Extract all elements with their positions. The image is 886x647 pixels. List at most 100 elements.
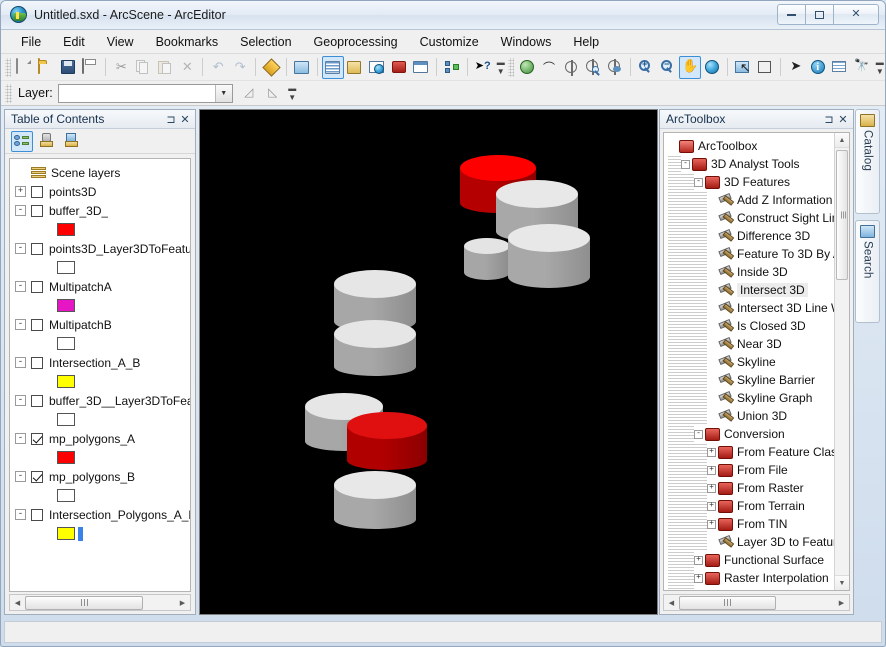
toc-layer-row[interactable]: - buffer_3D__Layer3DToFeat [15, 391, 190, 410]
layerbar-grip[interactable] [5, 83, 12, 103]
arctoolbox-vscroll-thumb[interactable] [836, 150, 848, 280]
gray-cylinder-small-left[interactable] [464, 238, 510, 280]
gray-cylinder-mid-lower[interactable] [334, 320, 416, 376]
arctoolbox-tree-body[interactable]: ArcToolbox -3D Analyst Tools -3D Features A… [663, 132, 850, 591]
html-popup-button[interactable] [829, 56, 851, 79]
zoom-out-button[interactable]: − [657, 56, 679, 79]
menu-edit[interactable]: Edit [53, 32, 95, 52]
arctoolbox-tree-row[interactable]: + From Feature Class [668, 443, 849, 461]
python-window-button[interactable] [410, 56, 432, 79]
arctoolbox-vertical-scrollbar[interactable]: ▲ ▼ [834, 133, 849, 590]
layerbar-overflow-button[interactable]: ▬ ▼ [287, 82, 298, 104]
arctoolbox-button[interactable] [388, 56, 410, 79]
menu-help[interactable]: Help [563, 32, 609, 52]
menu-selection[interactable]: Selection [230, 32, 301, 52]
select-features-button[interactable]: ➤ [785, 56, 807, 79]
red-cylinder-intersect-right[interactable] [347, 412, 427, 470]
layer-color-swatch[interactable] [57, 337, 75, 350]
arctoolbox-tree-row[interactable]: Intersect 3D [668, 281, 849, 299]
layer-symbol-row[interactable] [15, 372, 190, 391]
layer-line-swatch[interactable] [78, 526, 83, 541]
arctoolbox-tree-row[interactable]: + Raster Interpolation [668, 569, 849, 587]
arctoolbox-tree-row[interactable]: Construct Sight Lines [668, 209, 849, 227]
search-tab[interactable]: Search [855, 220, 880, 323]
paste-button[interactable] [154, 56, 176, 79]
expander-icon[interactable]: + [707, 447, 716, 457]
arctoolbox-tree-row[interactable]: + From Raster [668, 479, 849, 497]
layer-visibility-checkbox[interactable] [31, 318, 43, 331]
arctoolbox-tree-row[interactable]: Union 3D [668, 407, 849, 425]
layer-color-swatch[interactable] [57, 413, 75, 426]
catalog-window-button[interactable] [344, 56, 366, 79]
zoom-to-selected-button[interactable]: ↖ [732, 56, 754, 79]
expander-icon[interactable]: - [15, 319, 26, 330]
arctoolbox-tree-row[interactable]: Near 3D [668, 335, 849, 353]
arctoolbox-tree-row[interactable]: Is Closed 3D [668, 317, 849, 335]
expander-icon[interactable]: - [15, 281, 26, 292]
layer-visibility-checkbox[interactable] [31, 432, 43, 445]
arctoolbox-tree-row[interactable]: Intersect 3D Line With ... [668, 299, 849, 317]
list-by-visibility-button[interactable] [61, 131, 83, 152]
arctoolbox-tree-row[interactable]: Skyline [668, 353, 849, 371]
layer-color-swatch[interactable] [57, 451, 75, 464]
table-of-contents-button[interactable] [321, 55, 344, 79]
expander-icon[interactable]: - [15, 205, 26, 216]
scroll-up-icon[interactable]: ▲ [835, 133, 849, 148]
undo-button[interactable]: ↶ [207, 56, 229, 79]
toc-layer-row[interactable]: - Intersection_Polygons_A_B [15, 505, 190, 524]
toc-layer-row[interactable]: - mp_polygons_A [15, 429, 190, 448]
set-observer-button[interactable] [604, 56, 626, 79]
menu-file[interactable]: File [11, 32, 51, 52]
copy-button[interactable] [132, 56, 154, 79]
arctoolbox-tree-row[interactable]: - 3D Analyst Tools [668, 155, 849, 173]
zoom-to-previous-button[interactable] [754, 56, 776, 79]
scene-viewport[interactable] [199, 109, 658, 615]
toc-layer-row[interactable]: - buffer_3D_ [15, 201, 190, 220]
expander-icon[interactable]: - [15, 243, 26, 254]
open-button[interactable] [35, 56, 57, 79]
save-button[interactable] [57, 56, 79, 79]
menu-bookmarks[interactable]: Bookmarks [146, 32, 229, 52]
expander-icon[interactable]: + [707, 465, 716, 475]
toc-root-row[interactable]: Scene layers [15, 163, 190, 182]
expander-icon[interactable]: - [15, 509, 26, 520]
center-on-target-button[interactable] [560, 56, 582, 79]
expander-icon[interactable]: - [15, 357, 26, 368]
layer-combo[interactable]: ▼ [57, 83, 233, 103]
zoom-in-button[interactable]: + [635, 56, 657, 79]
delete-button[interactable]: ✕ [176, 56, 198, 79]
scroll-left-icon[interactable]: ◀ [10, 595, 25, 610]
redo-button[interactable]: ↷ [229, 56, 251, 79]
layer-symbol-row[interactable] [15, 448, 190, 467]
expander-icon[interactable]: - [15, 471, 26, 482]
layer-symbol-row[interactable] [15, 220, 190, 239]
arctoolbox-tree-row[interactable]: + From TIN [668, 515, 849, 533]
expander-icon[interactable]: - [694, 177, 703, 187]
zoom-to-target-button[interactable] [582, 56, 604, 79]
find-button[interactable]: 🔭 [851, 56, 873, 79]
arctoolbox-tree-row[interactable]: Skyline Barrier [668, 371, 849, 389]
pan-button[interactable]: ✋ [678, 55, 701, 79]
layer-color-swatch[interactable] [57, 223, 75, 236]
layer-visibility-checkbox[interactable] [31, 204, 43, 217]
expander-icon[interactable]: - [694, 429, 703, 439]
toc-layer-row[interactable]: + points3D [15, 182, 190, 201]
pin-icon[interactable]: ⊐ [822, 112, 836, 126]
list-by-source-button[interactable] [36, 131, 58, 152]
arctoolbox-tree-row[interactable]: - 3D Features [668, 173, 849, 191]
new-document-button[interactable] [13, 56, 35, 79]
scene-properties-button[interactable] [291, 56, 313, 79]
print-button[interactable] [79, 56, 101, 79]
toolbar-overflow-button-2[interactable]: ▬ ▼ [875, 56, 885, 78]
scroll-down-icon[interactable]: ▼ [835, 575, 849, 590]
chevron-down-icon[interactable]: ▼ [214, 84, 232, 102]
toc-layer-row[interactable]: - MultipatchB [15, 315, 190, 334]
arctoolbox-tree-row[interactable]: Inside 3D [668, 263, 849, 281]
edit-vertices-button[interactable]: ◺ [261, 82, 285, 105]
pin-icon[interactable]: ⊐ [164, 112, 178, 126]
fly-button[interactable]: ⌒ [538, 56, 560, 79]
expander-icon[interactable]: - [681, 159, 690, 169]
layer-symbol-row[interactable] [15, 296, 190, 315]
toolbar-overflow-button[interactable]: ▬ ▼ [496, 56, 506, 78]
close-icon[interactable]: ✕ [178, 112, 192, 126]
